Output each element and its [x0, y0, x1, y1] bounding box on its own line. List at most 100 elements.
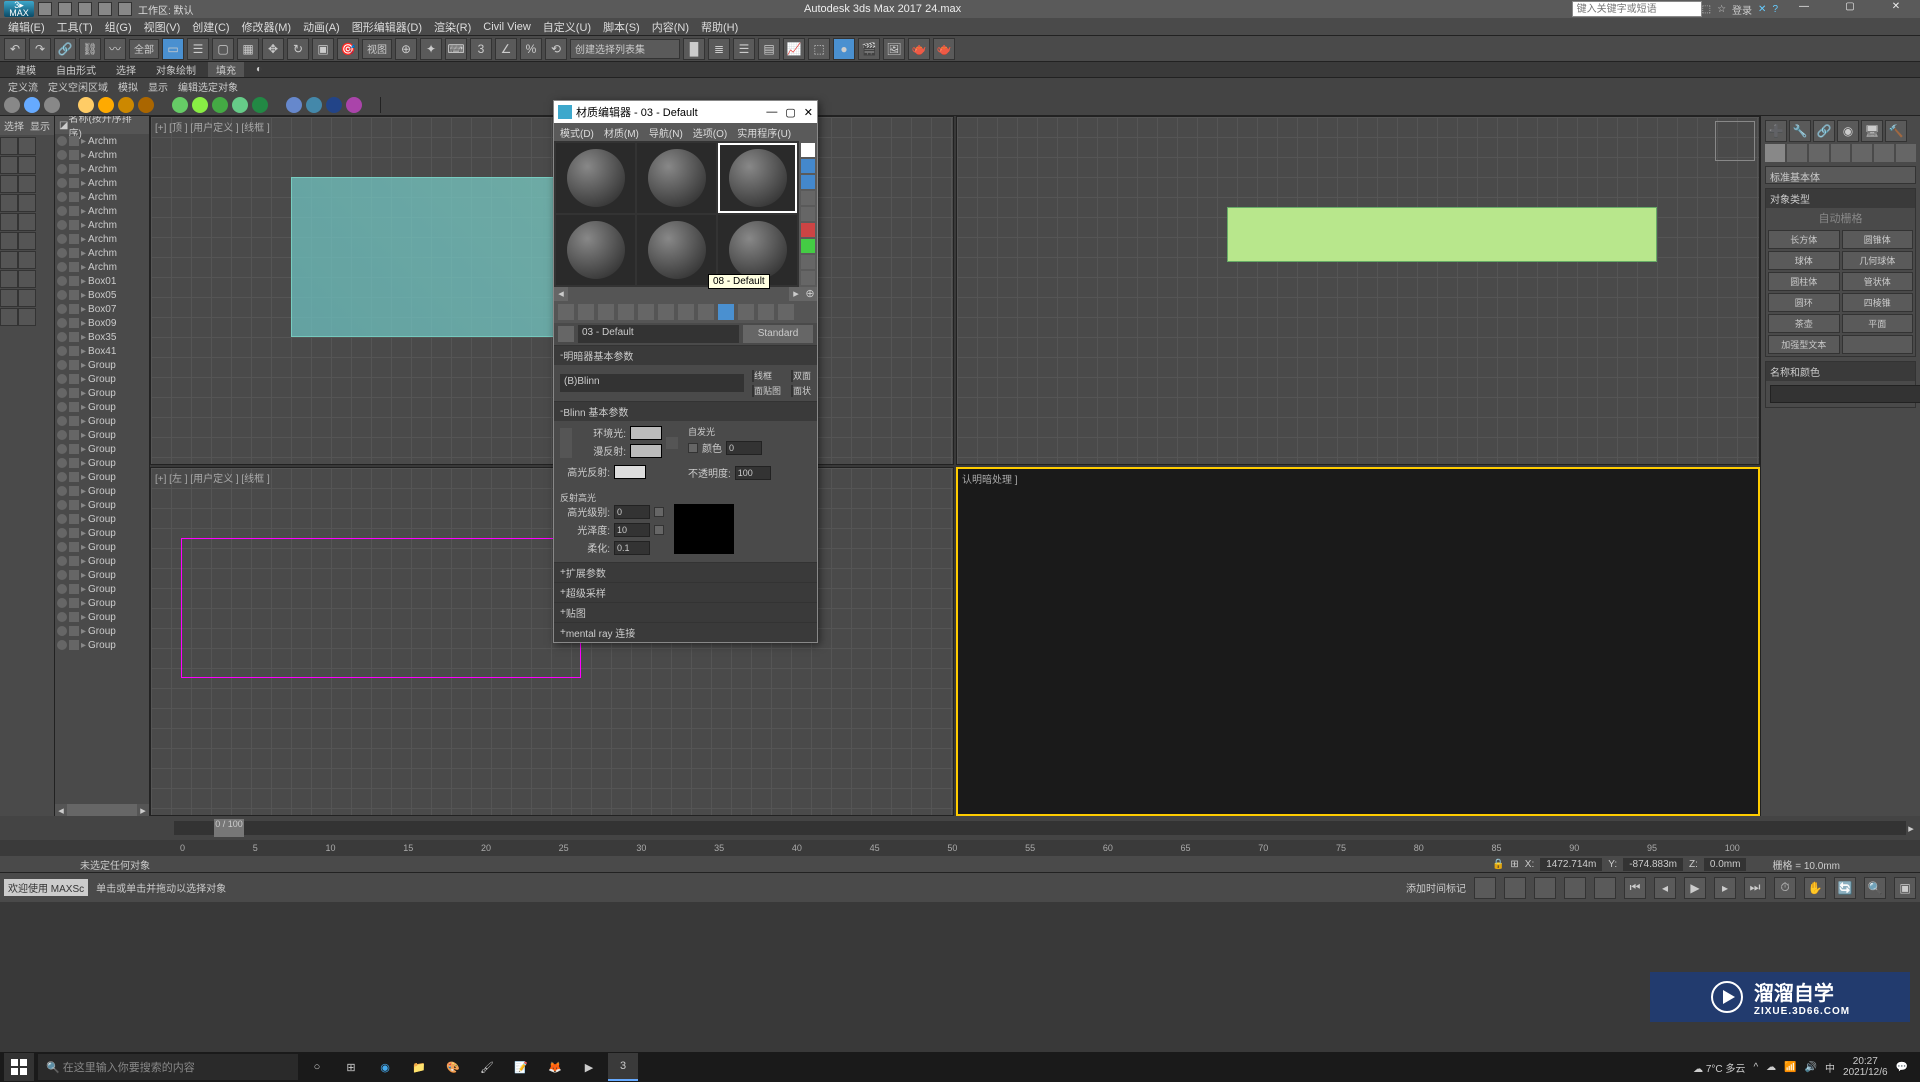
scene-item[interactable]: ▸Group [55, 372, 149, 386]
scene-item[interactable]: ▸Archm [55, 260, 149, 274]
ribbon-simulate[interactable]: 模拟 [118, 79, 138, 94]
keyboard-shortcut-button[interactable]: ⌨ [445, 38, 467, 60]
scroll-right-icon[interactable]: ▸ [137, 804, 149, 816]
undo-button[interactable]: ↶ [4, 38, 26, 60]
ribbon-display[interactable]: 显示 [148, 79, 168, 94]
scene-item[interactable]: ▸Group [55, 596, 149, 610]
freeze-icon[interactable] [69, 626, 79, 636]
infocenter-icon[interactable]: ⬚ [1702, 4, 1711, 15]
schematic-view-button[interactable]: ⬚ [808, 38, 830, 60]
clock-time[interactable]: 20:27 [1843, 1056, 1888, 1067]
time-slider-thumb[interactable]: 0 / 100 [214, 819, 244, 837]
ribbon-tab-populate[interactable]: 填充 [208, 62, 244, 77]
help-icon[interactable]: ? [1772, 4, 1778, 15]
visibility-icon[interactable] [57, 542, 67, 552]
ribbon-tab-selection[interactable]: 选择 [108, 62, 144, 77]
mat-map-nav-icon[interactable] [801, 271, 815, 285]
freeze-icon[interactable] [69, 234, 79, 244]
spec-level-map-checkbox[interactable] [654, 507, 664, 517]
material-slot-4[interactable] [556, 215, 635, 285]
weather-widget[interactable]: ☁ 7°C 多云 [1693, 1060, 1745, 1075]
scene-item[interactable]: ▸Group [55, 428, 149, 442]
clock-date[interactable]: 2021/12/6 [1843, 1067, 1888, 1078]
visibility-icon[interactable] [57, 192, 67, 202]
redo-button[interactable]: ↷ [29, 38, 51, 60]
visibility-icon[interactable] [57, 262, 67, 272]
viewport-left[interactable]: [+] [左 ] [用户定义 ] [线框 ] [150, 467, 954, 816]
primitive-button[interactable]: 圆环 [1768, 293, 1840, 312]
pan-view-icon[interactable]: ✋ [1804, 877, 1826, 899]
mat-h-scrollbar[interactable] [568, 287, 789, 301]
primitive-button[interactable]: 四棱锥 [1842, 293, 1914, 312]
new-file-icon[interactable] [38, 2, 52, 16]
align-button[interactable]: ≣ [708, 38, 730, 60]
visibility-icon[interactable] [57, 388, 67, 398]
systems-category-icon[interactable] [1896, 144, 1916, 162]
visibility-icon[interactable] [57, 304, 67, 314]
minimize-button[interactable]: — [1784, 1, 1824, 17]
undo-icon[interactable] [78, 2, 92, 16]
visibility-icon[interactable] [57, 318, 67, 328]
material-type-button[interactable]: Standard [743, 325, 813, 343]
gloss-map-checkbox[interactable] [654, 525, 664, 535]
tool-bone-icon[interactable] [18, 194, 36, 212]
freeze-icon[interactable] [69, 458, 79, 468]
menu-graph-editors[interactable]: 图形编辑器(D) [352, 19, 422, 35]
scale-button[interactable]: ▣ [312, 38, 334, 60]
particle2-icon[interactable] [192, 97, 208, 113]
primitive-button[interactable]: 圆柱体 [1768, 272, 1840, 291]
scene-item[interactable]: ▸Group [55, 358, 149, 372]
use-center-button[interactable]: ⊕ [395, 38, 417, 60]
primitive-button[interactable]: 圆锥体 [1842, 230, 1914, 249]
freeze-icon[interactable] [69, 612, 79, 622]
freeze-icon[interactable] [69, 290, 79, 300]
scroll-left-icon[interactable]: ◂ [55, 804, 67, 816]
mat-menu-modes[interactable]: 模式(D) [560, 125, 594, 140]
ribbon-toggle-icon[interactable]: ◐ [248, 64, 270, 75]
material-editor-button[interactable]: ● [833, 38, 855, 60]
selection-lock-icon[interactable] [1504, 877, 1526, 899]
helper-icon[interactable] [286, 97, 302, 113]
blinn-params-rollout[interactable]: - Blinn 基本参数 [554, 402, 817, 421]
mat-scroll-right[interactable]: ▸ [789, 287, 803, 301]
workspace-dropdown[interactable]: 工作区: 默认 [138, 2, 194, 17]
tray-onedrive-icon[interactable]: ☁ [1766, 1062, 1776, 1073]
mat-menu-utilities[interactable]: 实用程序(U) [737, 125, 791, 140]
visibility-icon[interactable] [57, 346, 67, 356]
material-slot-6[interactable]: 08 - Default [718, 215, 797, 285]
freeze-icon[interactable] [69, 360, 79, 370]
visibility-icon[interactable] [57, 178, 67, 188]
put-to-library-icon[interactable] [678, 304, 694, 320]
edge-icon[interactable]: ◉ [370, 1053, 400, 1081]
freeze-icon[interactable] [69, 164, 79, 174]
visibility-icon[interactable] [57, 598, 67, 608]
scene-item[interactable]: ▸Group [55, 484, 149, 498]
material-slot-2[interactable] [637, 143, 716, 213]
freeze-icon[interactable] [69, 346, 79, 356]
soften-spinner[interactable] [614, 541, 650, 555]
tool-light-icon[interactable] [18, 156, 36, 174]
lock-icon[interactable] [666, 437, 678, 449]
rotate-button[interactable]: ↻ [287, 38, 309, 60]
select-by-mat-icon[interactable] [801, 255, 815, 269]
snap-toggle-button[interactable]: 3 [470, 38, 492, 60]
scene-item[interactable]: ▸Group [55, 442, 149, 456]
freeze-icon[interactable] [69, 472, 79, 482]
tool-frozen-icon[interactable] [0, 232, 18, 250]
scene-item[interactable]: ▸Group [55, 456, 149, 470]
visibility-icon[interactable] [57, 164, 67, 174]
mat-menu-navigation[interactable]: 导航(N) [649, 125, 683, 140]
coord-mode-icon[interactable]: ⊞ [1510, 859, 1518, 870]
bind-spacewarp-button[interactable]: 〰 [104, 38, 126, 60]
select-manipulate-button[interactable]: ✦ [420, 38, 442, 60]
visibility-icon[interactable] [57, 290, 67, 300]
freeze-icon[interactable] [69, 276, 79, 286]
menu-customize[interactable]: 自定义(U) [543, 19, 591, 35]
material-editor-titlebar[interactable]: 材质编辑器 - 03 - Default — ▢ ✕ [554, 101, 817, 123]
visibility-icon[interactable] [57, 472, 67, 482]
menu-edit[interactable]: 编辑(E) [8, 19, 45, 35]
3dsmax-taskbar-icon[interactable]: 3 [608, 1053, 638, 1081]
notifications-icon[interactable]: 💬 [1896, 1062, 1908, 1073]
scene-item[interactable]: ▸Group [55, 526, 149, 540]
menu-create[interactable]: 创建(C) [192, 19, 229, 35]
